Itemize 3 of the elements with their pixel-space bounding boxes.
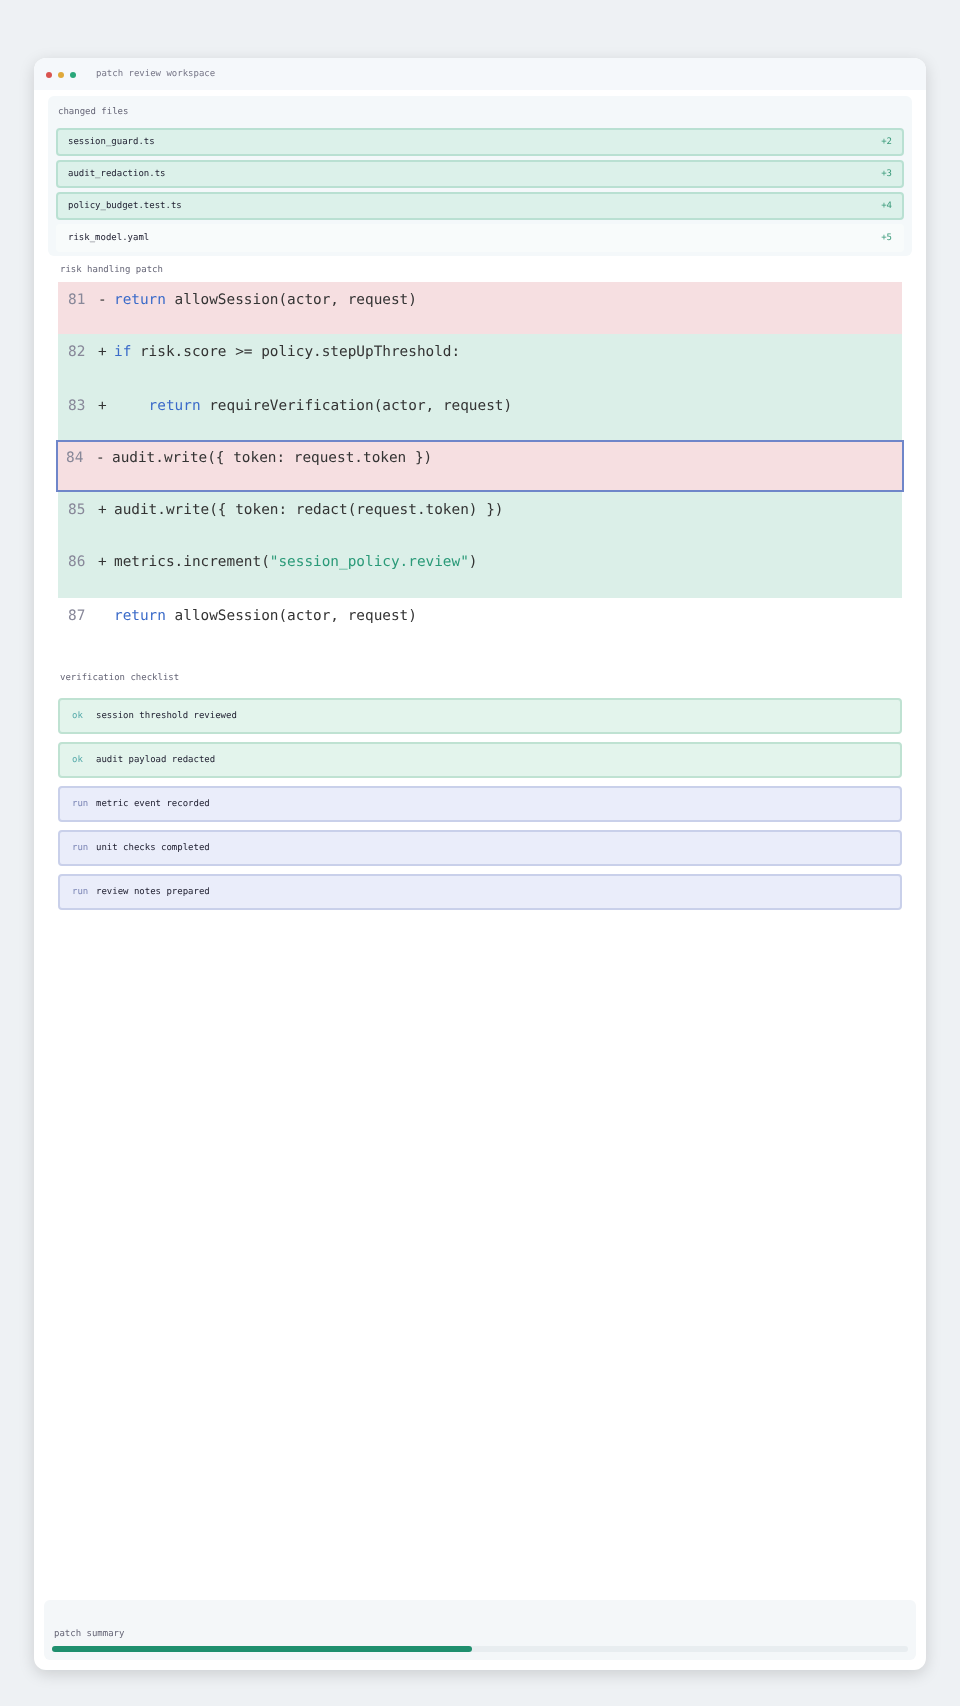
- close-icon[interactable]: [46, 71, 52, 77]
- maximize-icon[interactable]: [70, 71, 76, 77]
- minimize-icon[interactable]: [58, 71, 64, 77]
